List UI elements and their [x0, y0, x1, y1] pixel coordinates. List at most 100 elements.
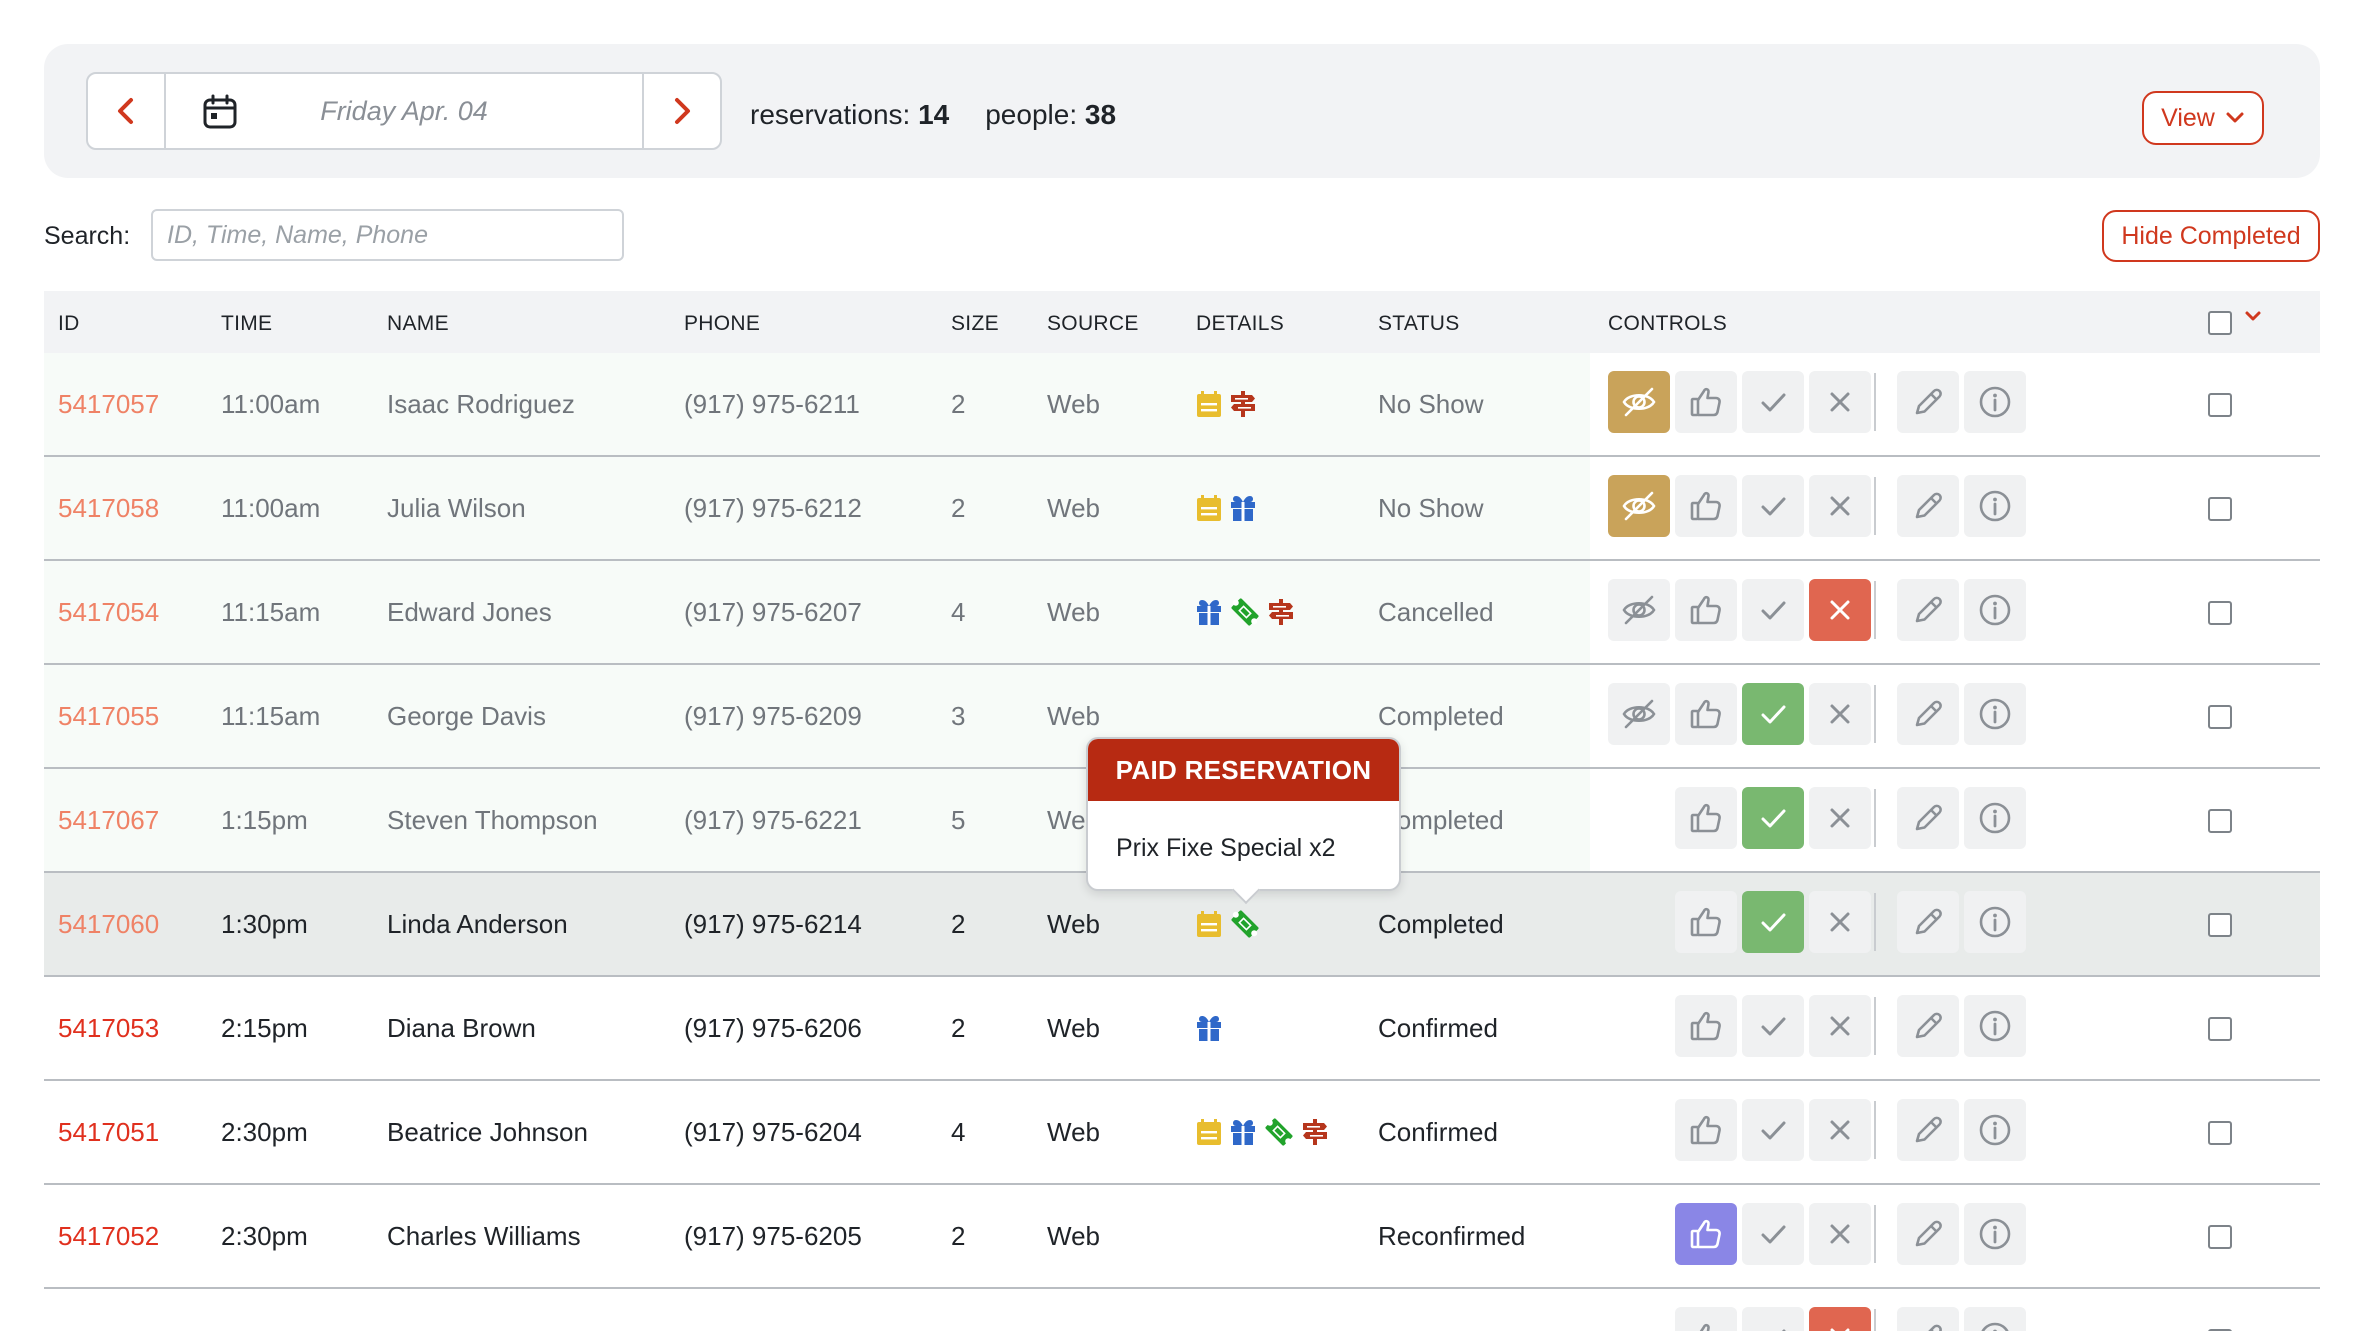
confirm-button[interactable] [1675, 683, 1737, 745]
edit-button[interactable] [1897, 787, 1959, 849]
cancel-button[interactable] [1809, 891, 1871, 953]
table-row[interactable]: 5417054 11:15am Edward Jones (917) 975-6207… [44, 561, 2320, 665]
notes-icon[interactable] [1194, 493, 1224, 523]
ticket-icon[interactable] [1228, 595, 1262, 629]
complete-button[interactable] [1742, 787, 1804, 849]
date-display[interactable]: Friday Apr. 04 [166, 74, 642, 148]
cancel-button[interactable] [1809, 787, 1871, 849]
complete-button[interactable] [1742, 475, 1804, 537]
gift-icon[interactable] [1228, 1117, 1258, 1147]
complete-button[interactable] [1742, 1307, 1804, 1331]
reservation-id[interactable]: 5417057 [58, 353, 159, 455]
table-row[interactable]: 5417057 11:00am Isaac Rodriguez (917) 975-6… [44, 353, 2320, 457]
notes-icon[interactable] [1194, 389, 1224, 419]
edit-button[interactable] [1897, 891, 1959, 953]
search-input[interactable] [151, 209, 624, 261]
row-select-checkbox[interactable] [2208, 393, 2232, 417]
info-button[interactable] [1964, 995, 2026, 1057]
table-row[interactable]: 5417052 2:30pm Charles Williams (917) 975-6… [44, 1185, 2320, 1289]
cancel-button[interactable] [1809, 683, 1871, 745]
chevron-down-icon[interactable] [2243, 309, 2263, 325]
ticket-icon[interactable] [1262, 1115, 1296, 1149]
table-row[interactable]: 5417051 2:30pm Beatrice Johnson (917) 975-6… [44, 1081, 2320, 1185]
view-dropdown-button[interactable]: View [2142, 91, 2264, 145]
notes-icon[interactable] [1194, 1117, 1224, 1147]
prev-day-button[interactable] [88, 74, 166, 148]
edit-button[interactable] [1897, 579, 1959, 641]
row-select-checkbox[interactable] [2208, 1121, 2232, 1145]
complete-button[interactable] [1742, 371, 1804, 433]
row-select-checkbox[interactable] [2208, 809, 2232, 833]
info-button[interactable] [1964, 1099, 2026, 1161]
confirm-button[interactable] [1675, 371, 1737, 433]
edit-button[interactable] [1897, 475, 1959, 537]
gift-icon[interactable] [1194, 597, 1224, 627]
confirm-button[interactable] [1675, 995, 1737, 1057]
edit-button[interactable] [1897, 371, 1959, 433]
complete-button[interactable] [1742, 683, 1804, 745]
confirm-button[interactable] [1675, 1099, 1737, 1161]
edit-button[interactable] [1897, 1099, 1959, 1161]
row-select-checkbox[interactable] [2208, 913, 2232, 937]
signpost-icon[interactable] [1266, 597, 1296, 627]
notes-icon[interactable] [1194, 909, 1224, 939]
reservation-id[interactable]: 5417060 [58, 873, 159, 975]
reservation-id[interactable]: 5417067 [58, 769, 159, 871]
info-button[interactable] [1964, 683, 2026, 745]
info-button[interactable] [1964, 371, 2026, 433]
info-button[interactable] [1964, 1307, 2026, 1331]
gift-icon[interactable] [1228, 493, 1258, 523]
no-show-button[interactable] [1608, 371, 1670, 433]
signpost-icon[interactable] [1300, 1117, 1330, 1147]
complete-button[interactable] [1742, 1099, 1804, 1161]
select-all-checkbox[interactable] [2208, 311, 2232, 335]
no-show-button[interactable] [1608, 579, 1670, 641]
complete-button[interactable] [1742, 579, 1804, 641]
row-select-checkbox[interactable] [2208, 601, 2232, 625]
edit-button[interactable] [1897, 683, 1959, 745]
cancel-button[interactable] [1809, 995, 1871, 1057]
row-select-checkbox[interactable] [2208, 497, 2232, 521]
confirm-button[interactable] [1675, 787, 1737, 849]
reservation-id[interactable]: 5417055 [58, 665, 159, 767]
confirm-button[interactable] [1675, 1307, 1737, 1331]
confirm-button[interactable] [1675, 475, 1737, 537]
reservation-id[interactable]: 5417051 [58, 1081, 159, 1183]
cancel-button[interactable] [1809, 475, 1871, 537]
info-button[interactable] [1964, 787, 2026, 849]
signpost-icon[interactable] [1228, 389, 1258, 419]
row-select-checkbox[interactable] [2208, 1225, 2232, 1249]
ticket-icon[interactable] [1228, 907, 1262, 941]
cancel-button[interactable] [1809, 579, 1871, 641]
hide-completed-button[interactable]: Hide Completed [2102, 210, 2320, 262]
next-day-button[interactable] [642, 74, 720, 148]
reservation-id[interactable]: 5417058 [58, 457, 159, 559]
info-button[interactable] [1964, 475, 2026, 537]
reservation-id[interactable]: 5417054 [58, 561, 159, 663]
confirm-button[interactable] [1675, 579, 1737, 641]
table-row[interactable]: 5417058 11:00am Julia Wilson (917) 975-6212… [44, 457, 2320, 561]
complete-button[interactable] [1742, 1203, 1804, 1265]
edit-button[interactable] [1897, 995, 1959, 1057]
info-button[interactable] [1964, 891, 2026, 953]
gift-icon[interactable] [1194, 1013, 1224, 1043]
complete-button[interactable] [1742, 891, 1804, 953]
cancel-button[interactable] [1809, 1099, 1871, 1161]
cancel-button[interactable] [1809, 1307, 1871, 1331]
cancel-button[interactable] [1809, 371, 1871, 433]
info-button[interactable] [1964, 579, 2026, 641]
reservation-id[interactable]: 5417052 [58, 1185, 159, 1287]
row-select-checkbox[interactable] [2208, 705, 2232, 729]
no-show-button[interactable] [1608, 683, 1670, 745]
row-select-checkbox[interactable] [2208, 1017, 2232, 1041]
reservation-id[interactable]: 5417053 [58, 977, 159, 1079]
confirm-button[interactable] [1675, 1203, 1737, 1265]
edit-button[interactable] [1897, 1203, 1959, 1265]
table-row[interactable]: 5417053 2:15pm Diana Brown (917) 975-6206 2 W… [44, 977, 2320, 1081]
edit-button[interactable] [1897, 1307, 1959, 1331]
confirm-button[interactable] [1675, 891, 1737, 953]
no-show-button[interactable] [1608, 475, 1670, 537]
info-button[interactable] [1964, 1203, 2026, 1265]
table-row[interactable] [44, 1289, 2320, 1331]
complete-button[interactable] [1742, 995, 1804, 1057]
